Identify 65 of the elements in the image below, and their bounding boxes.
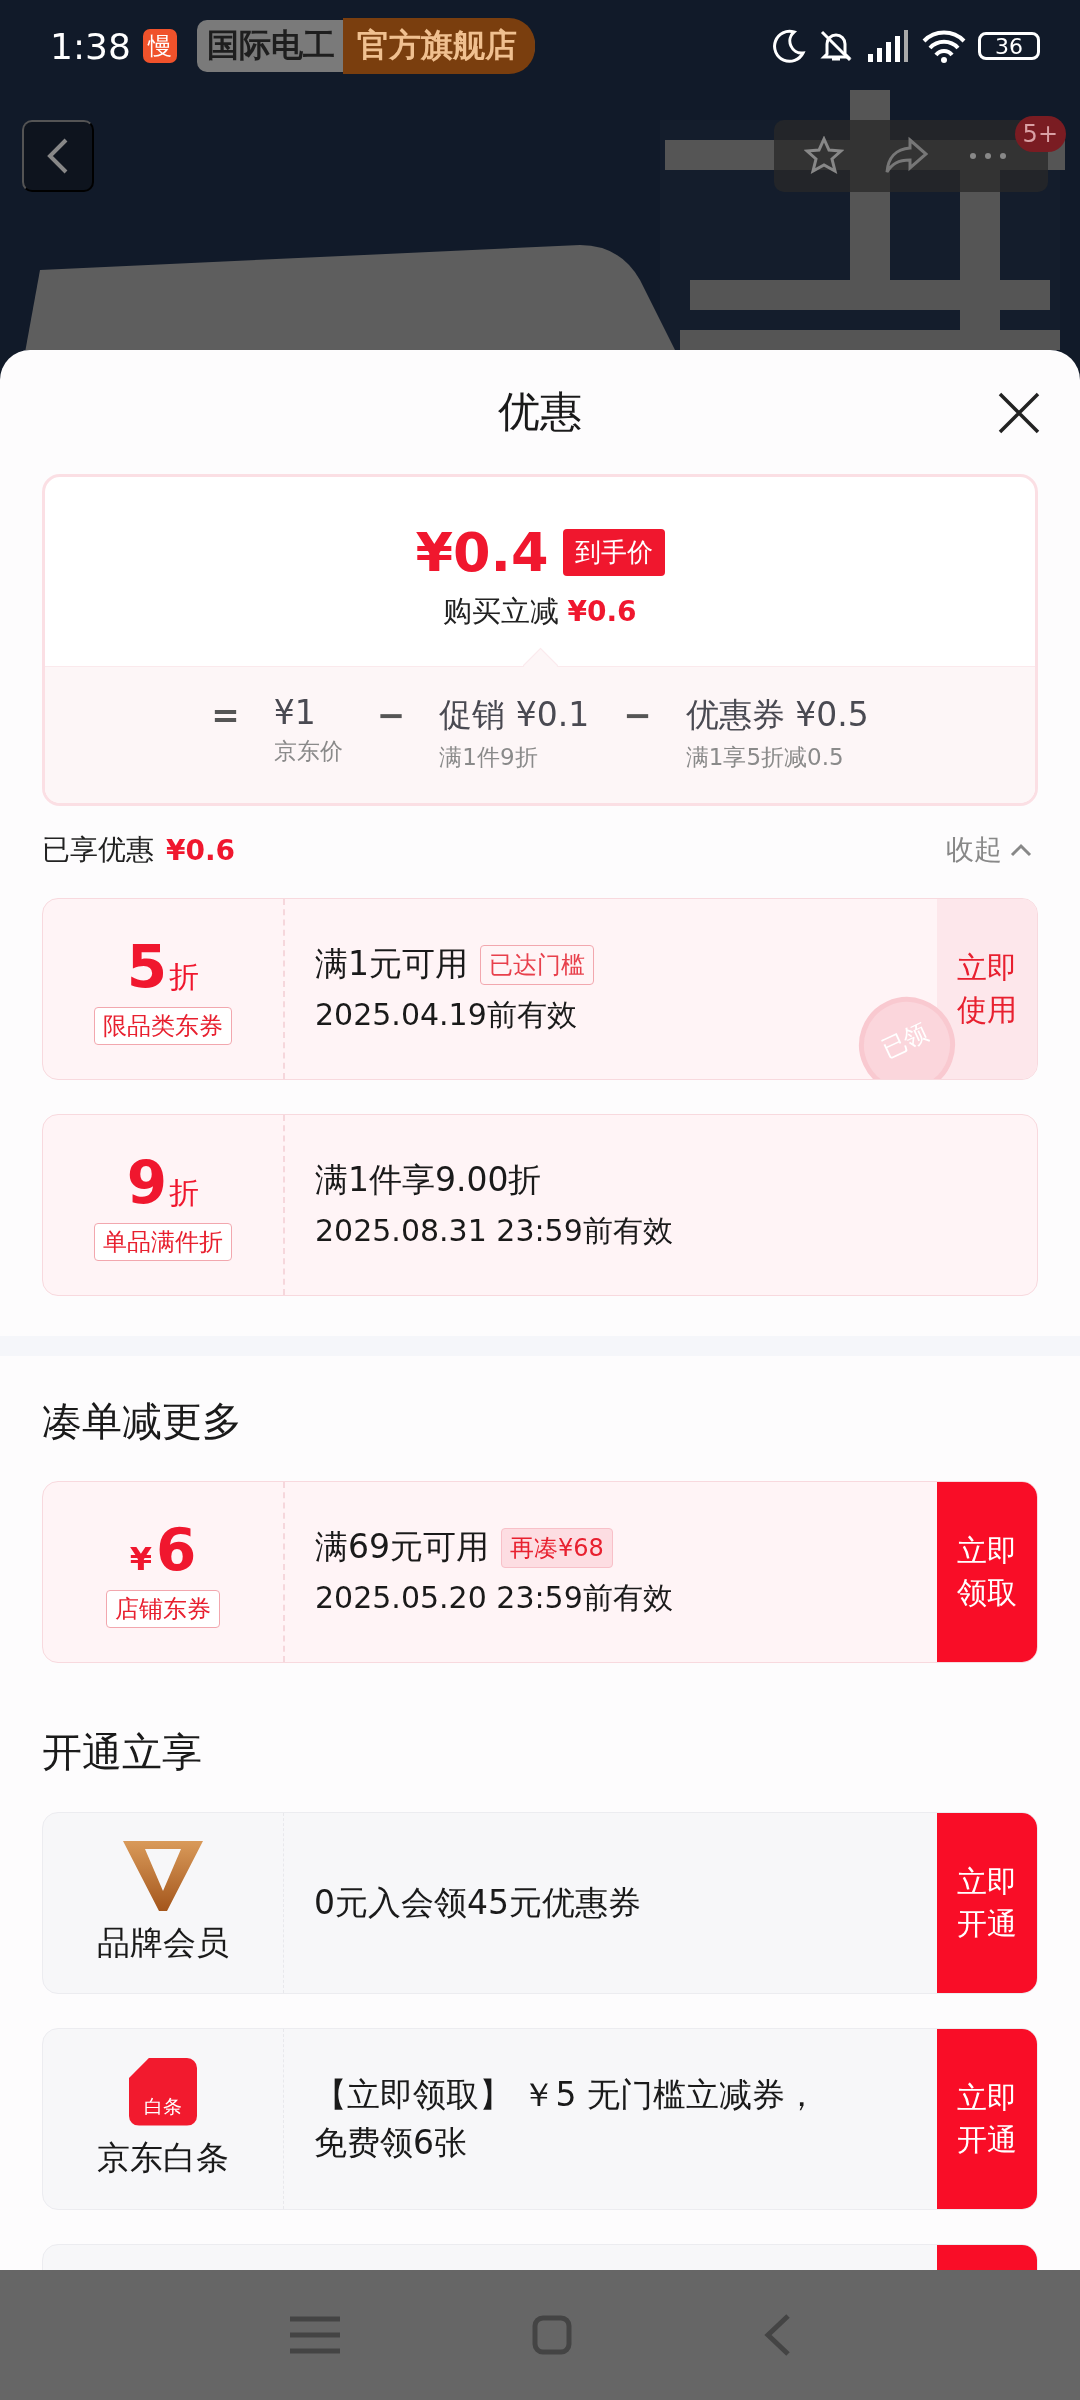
coupon-value: ¥	[129, 1540, 152, 1578]
battery-icon: 36	[978, 32, 1040, 60]
coupon-value: 5	[126, 933, 168, 1001]
open-button[interactable]: 立即开通	[937, 2029, 1037, 2209]
benefit-name: 品牌会员	[97, 1921, 229, 1964]
section-title: 凑单减更多	[41, 1397, 243, 1446]
close-icon[interactable]	[998, 392, 1040, 434]
moon-icon	[772, 29, 806, 63]
credit-app-icon: 白条	[129, 2057, 197, 2126]
store-name: 国际电工	[206, 25, 335, 66]
coupon-validity: 2025.05.20 23:59前有效	[315, 1579, 673, 1617]
breakdown-value: 优惠券 ¥0.5	[685, 694, 869, 736]
benefit-text: 0元入会领45元优惠券	[313, 1882, 642, 1925]
saving-text: 购买立减 ¥0.6	[443, 593, 637, 630]
star-icon	[804, 136, 844, 176]
breakdown-note: 满1享5折减0.5	[685, 743, 845, 772]
breakdown-note: 满1件9折	[439, 743, 539, 772]
store-tag: 官方旗舰店	[342, 18, 535, 74]
back-icon	[762, 2313, 792, 2357]
coupon-tag: 单品满件折	[94, 1223, 232, 1261]
coupon-value: 9	[126, 1149, 168, 1217]
threshold-badge: 已达门槛	[480, 944, 594, 985]
coupon-validity: 2025.08.31 23:59前有效	[315, 1212, 673, 1250]
signal-icon	[866, 28, 910, 64]
app-badge: 慢	[142, 29, 177, 63]
operator: −	[376, 694, 406, 737]
threshold-badge: 再凑¥68	[501, 1527, 613, 1568]
notification-badge: 5+	[1014, 116, 1066, 152]
enjoyed-label: 已享优惠	[42, 832, 154, 868]
sheet-title: 优惠	[498, 386, 582, 438]
coupon-title: 满69元可用	[315, 1526, 489, 1568]
breakdown-note: 京东价	[273, 737, 343, 766]
operator: −	[623, 694, 652, 737]
coupon-title: 满1元可用	[315, 943, 468, 985]
back-button[interactable]	[22, 120, 94, 192]
coupon-validity: 2025.04.19前有效	[315, 996, 577, 1034]
benefit-name: 京东白条	[97, 2136, 229, 2179]
bell-off-icon	[818, 28, 854, 64]
menu-icon	[288, 2315, 342, 2355]
coupon-unit: 折	[169, 1174, 200, 1212]
chevron-up-icon	[1010, 843, 1032, 857]
enjoyed-amount: ¥0.6	[166, 833, 236, 867]
chevron-left-icon	[46, 138, 70, 174]
collapse-button[interactable]: 收起	[940, 830, 1038, 870]
price-tag: 到手价	[562, 529, 665, 576]
wifi-icon	[922, 29, 966, 63]
coupon-tag: 店铺东券	[106, 1590, 220, 1628]
coupon-value: 6	[155, 1516, 197, 1584]
coupon-action-button[interactable]: 立即领取	[937, 1482, 1037, 1662]
breakdown-value: 促销 ¥0.1	[439, 694, 590, 736]
coupon-tag: 限品类东券	[94, 1007, 232, 1045]
benefit-text: 【立即领取】 ￥5 无门槛立减券，免费领6张	[313, 2074, 819, 2164]
section-title: 开通立享	[41, 1728, 203, 1777]
final-price: ¥0.4	[415, 521, 549, 584]
home-icon	[532, 2315, 572, 2355]
coupon-title: 满1件享9.00折	[315, 1159, 542, 1201]
coupon-unit: 折	[169, 958, 200, 996]
coupon-action-button[interactable]: 立即使用	[937, 899, 1037, 1079]
open-button[interactable]: 立即开通	[937, 1813, 1037, 1993]
status-time: 1:38	[50, 25, 131, 67]
breakdown-value: ¥1	[273, 693, 317, 732]
share-icon	[884, 136, 928, 176]
more-icon	[968, 151, 1008, 161]
operator: =	[211, 694, 240, 737]
v-logo-icon	[123, 1840, 203, 1911]
